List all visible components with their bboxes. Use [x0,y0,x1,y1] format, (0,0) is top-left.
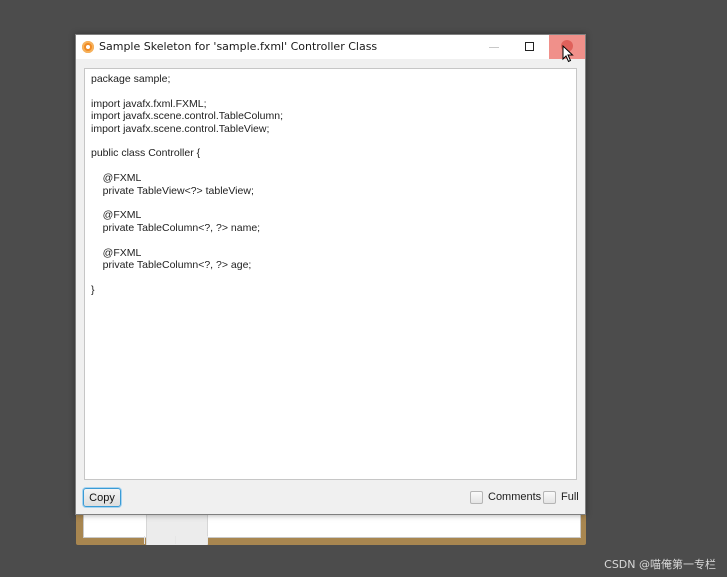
background-window-divider [207,536,208,544]
title-bar[interactable]: Sample Skeleton for 'sample.fxml' Contro… [76,35,585,63]
code-textarea[interactable]: package sample; import javafx.fxml.FXML;… [84,68,577,480]
controller-code: package sample; import javafx.fxml.FXML;… [91,73,284,296]
background-window-divider [175,536,176,544]
java-app-icon [82,41,94,53]
comments-checkbox[interactable] [470,491,483,504]
desktop: Sample Skeleton for 'sample.fxml' Contro… [0,0,727,577]
background-window-tab [146,515,208,545]
window-title: Sample Skeleton for 'sample.fxml' Contro… [99,40,378,53]
comments-label: Comments [488,491,542,503]
minimize-button[interactable] [476,35,512,59]
background-window-divider [144,536,145,544]
controller-skeleton-dialog: Sample Skeleton for 'sample.fxml' Contro… [75,34,586,515]
mouse-pointer-icon [562,45,574,63]
copy-button[interactable]: Copy [83,488,121,507]
maximize-button[interactable] [512,35,548,59]
full-checkbox[interactable] [543,491,556,504]
dialog-footer: Copy Comments Full [76,487,585,513]
watermark: CSDN @喵俺第一专栏 [604,558,716,571]
full-label: Full [561,491,579,503]
